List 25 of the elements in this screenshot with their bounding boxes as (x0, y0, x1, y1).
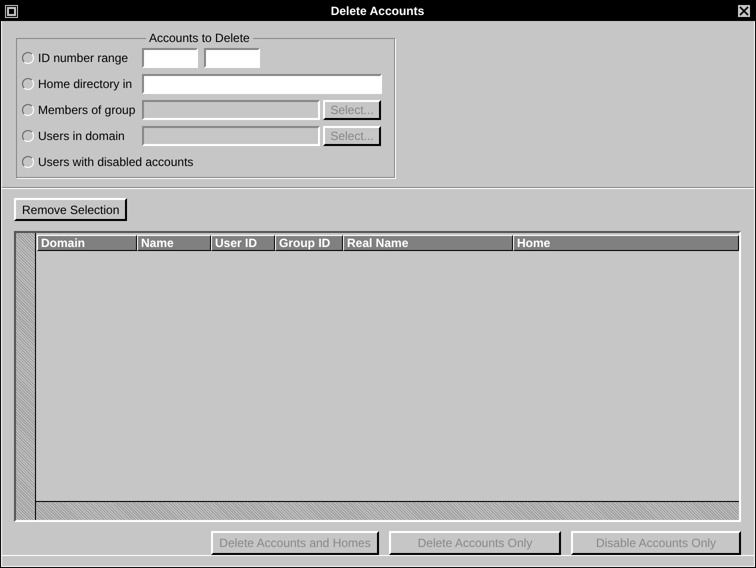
group-legend: Accounts to Delete (146, 31, 253, 45)
column-header[interactable]: Real Name (343, 235, 513, 251)
column-header[interactable]: User ID (211, 235, 275, 251)
radio-button[interactable] (22, 156, 34, 168)
input-field[interactable] (204, 48, 260, 68)
option-label: Home directory in (38, 77, 134, 91)
option-label: Users with disabled accounts (38, 155, 194, 169)
column-header[interactable]: Home (513, 235, 739, 251)
window-title: Delete Accounts (330, 4, 426, 18)
radio-button[interactable] (22, 130, 34, 142)
column-header[interactable]: Name (137, 235, 211, 251)
horizontal-scrollbar[interactable] (36, 501, 739, 520)
radio-button[interactable] (22, 104, 34, 116)
close-icon[interactable] (737, 4, 751, 18)
option-label: Members of group (38, 103, 136, 117)
radio-button[interactable] (22, 78, 34, 90)
option-label: Users in domain (38, 129, 126, 143)
input-field[interactable] (142, 48, 198, 68)
column-header[interactable]: Domain (37, 235, 137, 251)
window-menu-icon[interactable] (5, 4, 18, 18)
remove-selection-button[interactable]: Remove Selection (14, 198, 128, 221)
input-field[interactable] (142, 74, 382, 94)
column-header[interactable]: Group ID (275, 235, 343, 251)
radio-button[interactable] (22, 52, 34, 64)
option-label: ID number range (38, 51, 130, 65)
